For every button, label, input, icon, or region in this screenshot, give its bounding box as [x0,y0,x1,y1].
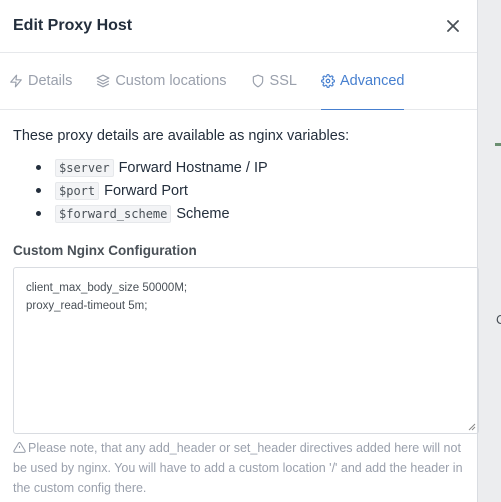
lightning-icon [10,74,22,88]
shield-icon [252,74,263,88]
variable-code: $port [55,181,100,200]
variables-list: $server Forward Hostname / IP $port Forw… [36,158,464,223]
tab-custom-locations[interactable]: Custom locations [96,53,227,109]
warning-icon [13,442,26,453]
edit-proxy-host-modal: Edit Proxy Host Details Custom locations… [0,0,479,502]
tab-custom-locations-label: Custom locations [115,73,227,89]
backdrop: C [476,0,501,502]
list-item: $server Forward Hostname / IP [36,158,464,177]
variable-code: $server [55,158,114,177]
close-button[interactable] [442,15,464,37]
config-line: proxy_read-timeout 5m; [26,300,148,312]
tab-ssl-label: SSL [269,73,297,89]
bullet [36,165,41,170]
variable-description: Forward Port [104,182,188,199]
list-item: $forward_scheme Scheme [36,204,464,223]
config-line: client_max_body_size 50000M; [26,282,188,294]
variable-description: Forward Hostname / IP [118,159,268,176]
close-icon [447,20,459,32]
variables-intro: These proxy details are available as ngi… [13,128,350,144]
variable-code: $forward_scheme [55,204,172,223]
gear-icon [321,74,335,88]
tab-advanced-label: Advanced [339,73,405,89]
tab-advanced[interactable]: Advanced [320,53,405,110]
modal-title: Edit Proxy Host [13,17,133,34]
bullet [36,211,41,216]
backdrop-mark [495,143,501,146]
backdrop-text: C [496,312,501,327]
resize-handle-icon[interactable] [468,423,476,431]
tab-details-label: Details [28,73,73,89]
advanced-panel: These proxy details are available as ngi… [0,110,479,498]
tab-bar: Details Custom locations SSL Advanced [0,53,477,110]
header-directive-note: Please note, that any add_header or set_… [13,438,475,498]
bullet [36,188,41,193]
custom-config-textarea[interactable]: client_max_body_size 50000M; proxy_read-… [13,267,479,434]
tab-ssl[interactable]: SSL [251,53,297,109]
modal-header: Edit Proxy Host [0,0,477,53]
custom-config-label: Custom Nginx Configuration [13,243,197,258]
layers-icon [96,74,110,88]
list-item: $port Forward Port [36,181,464,200]
variable-description: Scheme [176,205,230,222]
note-text: Please note, that any add_header or set_… [13,441,463,495]
tab-details[interactable]: Details [9,53,72,109]
